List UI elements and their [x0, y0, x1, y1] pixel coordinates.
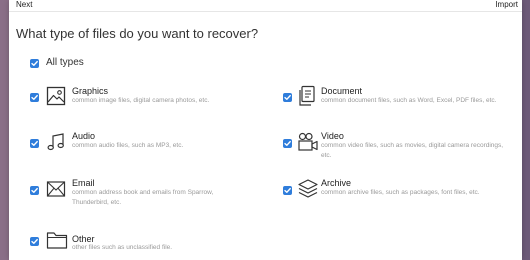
audio-description: common audio files, such as MP3, etc. — [72, 142, 184, 149]
music-note-icon — [47, 133, 64, 151]
document-icon — [299, 85, 315, 106]
archive-checkbox[interactable] — [283, 186, 292, 195]
document-checkbox[interactable] — [283, 93, 292, 102]
checkmark-icon — [31, 94, 38, 100]
document-description: common document files, such as Word, Exc… — [321, 97, 497, 104]
import-button[interactable]: Import — [495, 0, 518, 10]
video-description: common video files, such as movies, digi… — [321, 142, 504, 159]
email-title: Email — [72, 178, 95, 188]
audio-checkbox[interactable] — [30, 139, 39, 148]
top-toolbar: Next Import — [9, 0, 522, 12]
all-types-label: All types — [46, 57, 84, 68]
checkmark-icon — [284, 140, 291, 146]
checkmark-icon — [284, 94, 291, 100]
video-title: Video — [321, 131, 344, 141]
email-checkbox[interactable] — [30, 186, 39, 195]
page-title: What type of files do you want to recove… — [16, 26, 259, 41]
next-button[interactable]: Next — [16, 0, 32, 10]
checkmark-icon — [31, 140, 38, 146]
layers-icon — [298, 179, 318, 198]
checkmark-icon — [31, 238, 38, 244]
checkmark-icon — [31, 60, 38, 66]
folder-icon — [46, 232, 68, 249]
checkmark-icon — [284, 187, 291, 193]
document-title: Document — [321, 86, 363, 96]
other-description: other files such as unclassified file. — [72, 244, 173, 251]
video-checkbox[interactable] — [283, 139, 292, 148]
archive-title: Archive — [321, 178, 352, 188]
all-types-checkbox[interactable] — [30, 59, 39, 68]
recovery-panel: Next Import What type of files do you wa… — [9, 0, 522, 260]
video-camera-icon — [298, 132, 318, 151]
envelope-icon — [46, 181, 66, 197]
archive-description: common archive files, such as packages, … — [321, 189, 480, 196]
checkmark-icon — [31, 187, 38, 193]
graphics-title: Graphics — [72, 86, 109, 96]
audio-title: Audio — [72, 131, 96, 141]
image-icon — [46, 86, 66, 106]
email-description: common address book and emails from Spar… — [72, 189, 214, 206]
other-checkbox[interactable] — [30, 237, 39, 246]
graphics-checkbox[interactable] — [30, 93, 39, 102]
graphics-description: common image files, digital camera photo… — [72, 97, 210, 104]
